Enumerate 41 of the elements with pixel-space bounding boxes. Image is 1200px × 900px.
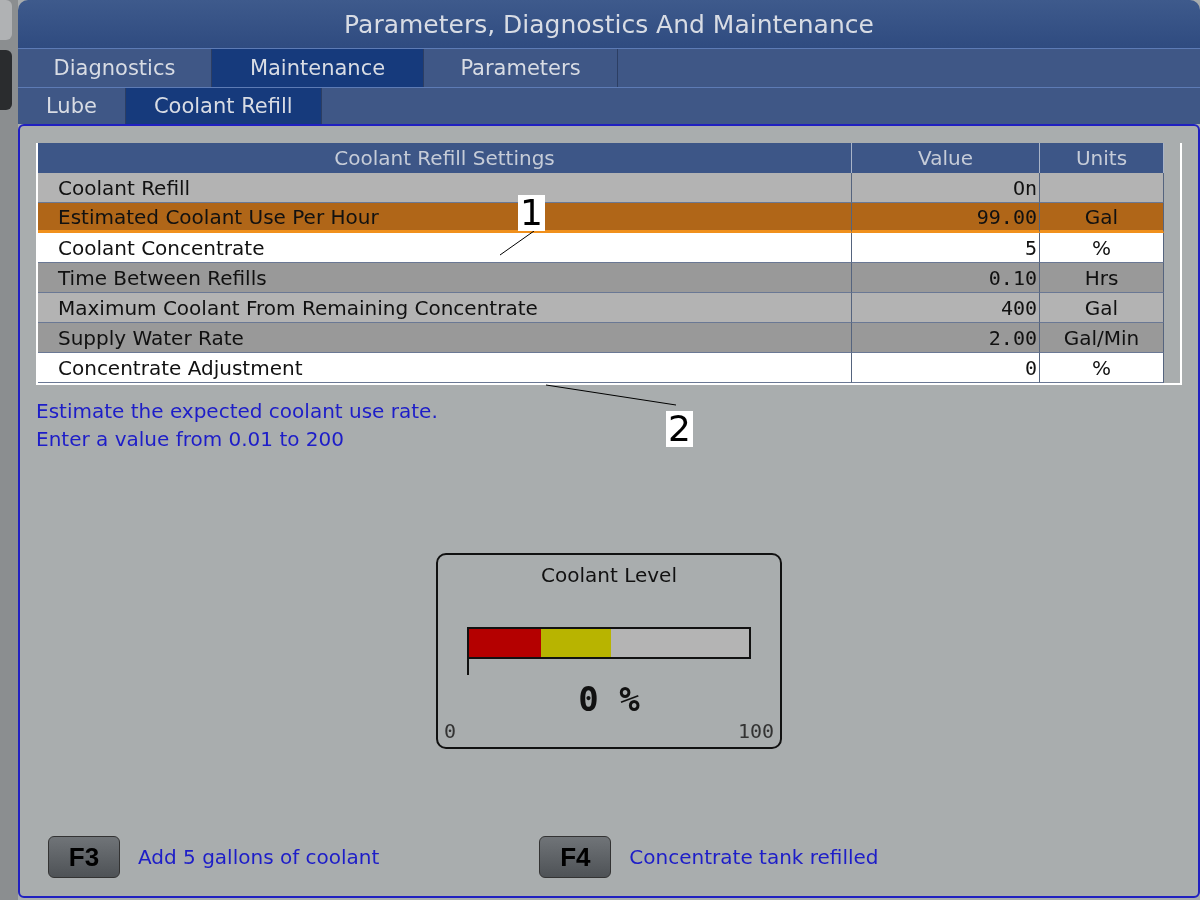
table-cell: On <box>852 173 1040 203</box>
table-cell[interactable]: Maximum Coolant From Remaining Concentrate <box>38 293 852 323</box>
key-label: Add 5 gallons of coolant <box>138 845 380 869</box>
table-cell: Gal <box>1040 293 1164 323</box>
level-reading: 0 % <box>578 679 640 719</box>
low-zone <box>469 629 541 657</box>
table-cell[interactable]: Time Between Refills <box>38 263 852 293</box>
table-cell: 0 <box>852 353 1040 383</box>
table-cell: 2.00 <box>852 323 1040 353</box>
column-header: Coolant Refill Settings <box>38 143 852 173</box>
function-key[interactable]: F3 <box>48 836 120 878</box>
table-cell[interactable]: Supply Water Rate <box>38 323 852 353</box>
tab[interactable]: Coolant Refill <box>125 88 322 124</box>
side-tab[interactable] <box>0 0 12 40</box>
leader-line <box>500 231 534 255</box>
table-cell: % <box>1040 233 1164 263</box>
callout-number: 1 <box>518 195 545 231</box>
column-header: Value <box>852 143 1040 173</box>
table-cell: % <box>1040 353 1164 383</box>
table-cell[interactable]: Concentrate Adjustment <box>38 353 852 383</box>
table-cell: 5 <box>852 233 1040 263</box>
side-tab[interactable] <box>0 50 12 110</box>
table-cell: 400 <box>852 293 1040 323</box>
table-cell: Hrs <box>1040 263 1164 293</box>
table-cell: 0.10 <box>852 263 1040 293</box>
scale-min: 0 <box>444 719 457 743</box>
table-cell: Gal <box>1040 203 1164 233</box>
column-header: Units <box>1040 143 1164 173</box>
callout-number: 2 <box>666 411 693 447</box>
table-cell: 99.00 <box>852 203 1040 233</box>
scale-max: 100 <box>737 719 774 743</box>
window-title: Parameters, Diagnostics And Maintenance <box>18 0 1200 48</box>
function-key[interactable]: F4 <box>539 836 612 878</box>
key-label: Concentrate tank refilled <box>629 845 879 869</box>
help-text: Enter a value from 0.01 to 200 <box>36 426 345 453</box>
warning-zone <box>541 629 611 657</box>
table-cell: Gal/Min <box>1040 323 1164 353</box>
table-cell[interactable]: Coolant Concentrate <box>38 233 852 263</box>
gauge-title: Coolant Level <box>541 563 677 587</box>
help-text: Estimate the expected coolant use rate. <box>36 398 438 425</box>
tab[interactable]: Maintenance <box>212 49 424 87</box>
